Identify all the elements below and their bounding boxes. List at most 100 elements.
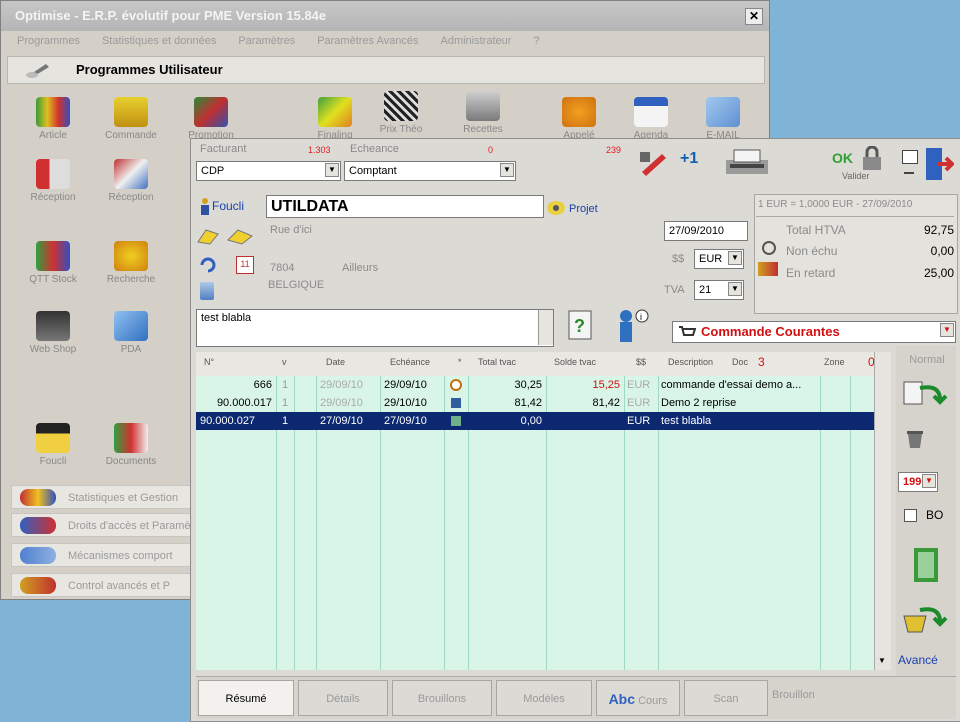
currency-select[interactable]: EUR ▼ [694, 249, 744, 269]
menu-parametres[interactable]: Paramètres [238, 31, 295, 51]
echeance-count-2: 239 [606, 145, 622, 155]
tile-qtt-stock[interactable]: QTT Stock [15, 235, 91, 297]
lock-icon[interactable] [858, 145, 886, 172]
col-total[interactable]: Total tvac [478, 357, 516, 367]
table-row[interactable]: 90.000.017 1 29/09/10 29/10/10 81,42 81,… [196, 394, 874, 412]
cart-icon [36, 311, 70, 341]
col-star[interactable]: * [458, 357, 462, 367]
menu-programmes[interactable]: Programmes [17, 31, 80, 51]
client-name-field[interactable]: UTILDATA [266, 195, 544, 218]
scroll-down-icon[interactable]: ▼ [874, 654, 890, 668]
chevron-down-icon[interactable]: ▼ [728, 251, 742, 265]
tab-cours[interactable]: Abc Cours [596, 680, 680, 716]
add-one-button[interactable]: +1 [680, 150, 722, 176]
chevron-down-icon[interactable]: ▼ [922, 474, 936, 488]
table-row[interactable]: 666 1 29/09/10 29/09/10 30,25 15,25 EUR … [196, 376, 874, 394]
tools-icon [20, 517, 56, 534]
tab-brouillons[interactable]: Brouillons [392, 680, 492, 716]
grid-scrollbar[interactable] [874, 352, 891, 670]
table-row-selected[interactable]: 90.000.027 1 27/09/10 27/09/10 0,00 EUR … [196, 412, 874, 430]
person-icon [198, 197, 212, 215]
menu-administrateur[interactable]: Administrateur [440, 31, 511, 51]
basket-forward-icon[interactable] [900, 602, 952, 638]
projet-icon [546, 198, 566, 216]
country: BELGIQUE [268, 279, 325, 291]
chevron-down-icon[interactable]: ▼ [325, 163, 339, 177]
side-statistiques[interactable]: Statistiques et Gestion [11, 485, 193, 509]
currency-symbol: $$ [672, 253, 685, 265]
calendar-small-icon[interactable]: 11 [236, 256, 254, 274]
hand-icon[interactable] [196, 226, 220, 246]
bo-checkbox[interactable] [904, 509, 917, 522]
truck-calendar-icon [114, 159, 148, 189]
tab-resume[interactable]: Résumé [198, 680, 294, 716]
tab-details[interactable]: Détails [298, 680, 388, 716]
tva-label: TVA [664, 284, 685, 296]
col-description[interactable]: Description [668, 357, 713, 367]
projet-link[interactable]: Projet [569, 203, 598, 215]
tab-scan[interactable]: Scan [684, 680, 768, 716]
col-date[interactable]: Date [326, 357, 345, 367]
non-echu-value: 0,00 [930, 244, 954, 258]
note-scrollbar[interactable] [538, 310, 553, 345]
close-icon[interactable]: ✕ [745, 8, 763, 25]
phone-icon [562, 97, 596, 127]
col-echeance[interactable]: Echéance [390, 357, 430, 367]
hands-icon[interactable] [226, 226, 254, 246]
date-field[interactable]: 27/09/2010 [664, 221, 748, 241]
tile-commande[interactable]: Commande [93, 91, 169, 153]
tab-modeles[interactable]: Modèles [496, 680, 592, 716]
tile-documents[interactable]: Documents [93, 417, 169, 479]
brouillon-label: Brouillon [772, 689, 815, 701]
user-info-icon[interactable]: i [612, 306, 652, 346]
exit-door-icon[interactable] [922, 146, 955, 182]
side-droits[interactable]: Droits d'accès et Paramètres [11, 513, 193, 537]
menu-statistiques[interactable]: Statistiques et données [102, 31, 216, 51]
chevron-down-icon[interactable]: ▼ [500, 163, 514, 177]
menu-parametres-avances[interactable]: Paramètres Avancés [317, 31, 418, 51]
chevron-down-icon[interactable]: ▼ [728, 282, 742, 296]
tile-recherche[interactable]: Recherche [93, 235, 169, 297]
side-control[interactable]: Control avancés et P [11, 573, 193, 597]
avance-link[interactable]: Avancé [898, 653, 938, 667]
abc-icon: Abc [608, 691, 636, 707]
tile-reception-1[interactable]: Réception [15, 153, 91, 215]
control-icon [20, 577, 56, 594]
copy-forward-icon[interactable] [900, 378, 952, 410]
tile-article[interactable]: Article [15, 91, 91, 153]
side-mecanismes[interactable]: Mécanismes comport [11, 543, 193, 567]
refresh-icon[interactable] [198, 256, 218, 274]
orders-grid[interactable]: 666 1 29/09/10 29/09/10 30,25 15,25 EUR … [196, 376, 874, 670]
commande-type-select[interactable]: Commande Courantes ▼ [672, 321, 956, 343]
col-solde[interactable]: Solde tvac [554, 357, 596, 367]
note-textarea[interactable]: test blabla [196, 309, 554, 347]
edit-icon[interactable] [636, 148, 672, 178]
book-icon[interactable] [906, 544, 946, 586]
col-currency[interactable]: $$ [636, 357, 646, 367]
facturant-label: Facturant [200, 143, 247, 155]
printer-icon[interactable] [722, 146, 772, 178]
tile-pda[interactable]: PDA [93, 305, 169, 367]
tile-foucli[interactable]: Foucli [15, 417, 91, 479]
minimize-icon[interactable] [902, 150, 918, 164]
facturant-select[interactable]: CDP ▼ [196, 161, 341, 181]
normal-label: Normal [909, 354, 945, 366]
echeance-select[interactable]: Comptant ▼ [344, 161, 516, 181]
foucli-link[interactable]: Foucli [212, 199, 244, 213]
help-document-icon[interactable]: ? [566, 308, 596, 342]
alarm-icon [758, 262, 778, 276]
minimize-bar [904, 172, 914, 174]
stats-icon [20, 489, 56, 506]
col-v[interactable]: v [282, 357, 287, 367]
col-num[interactable]: N° [204, 357, 214, 367]
bo-label: BO [926, 508, 944, 522]
trash-icon[interactable] [904, 428, 926, 450]
city: Ailleurs [342, 262, 379, 274]
tile-web-shop[interactable]: Web Shop [15, 305, 91, 367]
tile-reception-2[interactable]: Réception [93, 153, 169, 215]
year-select[interactable]: 1996 ▼ [898, 472, 938, 492]
tva-select[interactable]: 21 ▼ [694, 280, 744, 300]
chevron-down-icon[interactable]: ▼ [940, 323, 954, 337]
menu-help[interactable]: ? [533, 31, 539, 51]
facturant-count: 1.303 [308, 145, 331, 155]
